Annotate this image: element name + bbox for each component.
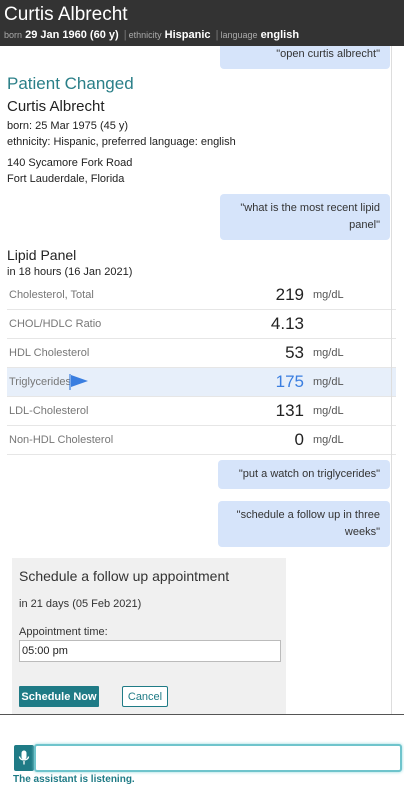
table-row[interactable]: LDL-Cholesterol 131 mg/dL bbox=[7, 397, 396, 426]
patient-ethnicity-language: ethnicity: Hispanic, preferred language:… bbox=[7, 136, 236, 148]
cancel-button[interactable]: Cancel bbox=[122, 686, 168, 707]
table-row-flagged[interactable]: Triglycerides 175 mg/dL bbox=[7, 368, 396, 397]
lab-value: 175 bbox=[275, 372, 304, 391]
ethnicity-value: Hispanic bbox=[164, 29, 211, 41]
divider bbox=[391, 46, 392, 714]
lab-name: Triglycerides bbox=[9, 376, 71, 388]
lab-unit: mg/dL bbox=[313, 434, 344, 446]
lab-results-table: Cholesterol, Total 219 mg/dL CHOL/HDLC R… bbox=[7, 281, 396, 455]
app-root: Curtis Albrecht born 29 Jan 1960 (60 y) … bbox=[0, 0, 404, 789]
microphone-button[interactable] bbox=[14, 745, 34, 771]
user-message-text: "put a watch on triglycerides" bbox=[238, 468, 380, 480]
user-message-bubble: "schedule a follow up in three weeks" bbox=[218, 501, 390, 547]
patient-born: born: 25 Mar 1975 (45 y) bbox=[7, 120, 129, 132]
user-message-text: "open curtis albrecht" bbox=[276, 48, 380, 60]
language-label: language bbox=[220, 30, 258, 40]
lab-name: Non-HDL Cholesterol bbox=[9, 434, 114, 446]
patient-name: Curtis Albrecht bbox=[7, 98, 105, 115]
user-message-bubble: "what is the most recent lipid panel" bbox=[220, 194, 390, 240]
user-message-text: "schedule a follow up in three weeks" bbox=[236, 509, 380, 538]
appointment-time-label: Appointment time: bbox=[19, 626, 108, 638]
lipid-panel-date: in 18 hours (16 Jan 2021) bbox=[7, 266, 133, 278]
lab-value: 53 bbox=[285, 343, 304, 362]
schedule-card-title: Schedule a follow up appointment bbox=[19, 568, 230, 584]
table-row[interactable]: Cholesterol, Total 219 mg/dL bbox=[7, 281, 396, 310]
patient-address-line2: Fort Lauderdale, Florida bbox=[7, 173, 125, 185]
patient-address-line1: 140 Sycamore Fork Road bbox=[7, 157, 133, 169]
appointment-time-input[interactable] bbox=[19, 640, 281, 662]
schedule-now-button[interactable]: Schedule Now bbox=[19, 686, 99, 707]
lab-unit: mg/dL bbox=[313, 405, 344, 417]
flag-icon[interactable] bbox=[69, 373, 89, 391]
ethnicity-label: ethnicity bbox=[128, 30, 162, 40]
assistant-input[interactable] bbox=[34, 744, 402, 772]
lab-value: 131 bbox=[275, 401, 304, 420]
lab-name: HDL Cholesterol bbox=[9, 347, 90, 359]
microphone-icon bbox=[18, 750, 30, 765]
lab-value: 219 bbox=[275, 285, 304, 304]
schedule-card-date: in 21 days (05 Feb 2021) bbox=[19, 598, 142, 610]
born-label: born bbox=[4, 30, 23, 40]
conversation-area[interactable]: "open curtis albrecht" Patient Changed C… bbox=[0, 46, 404, 714]
lab-name: CHOL/HDLC Ratio bbox=[9, 318, 102, 330]
lipid-panel-title: Lipid Panel bbox=[7, 247, 77, 263]
header-patient-meta: born 29 Jan 1960 (60 y) | ethnicity Hispa… bbox=[4, 29, 400, 41]
lab-name: Cholesterol, Total bbox=[9, 289, 94, 301]
divider: | bbox=[215, 29, 219, 41]
table-row[interactable]: CHOL/HDLC Ratio 4.13 bbox=[7, 310, 396, 339]
lab-value: 0 bbox=[294, 430, 304, 449]
patient-changed-title: Patient Changed bbox=[7, 74, 134, 93]
born-value: 29 Jan 1960 (60 y) bbox=[25, 29, 119, 41]
user-message-bubble: "open curtis albrecht" bbox=[220, 46, 390, 69]
header-patient-name: Curtis Albrecht bbox=[4, 4, 128, 25]
lab-value: 4.13 bbox=[270, 314, 304, 333]
lab-unit: mg/dL bbox=[313, 347, 344, 359]
lab-unit: mg/dL bbox=[313, 376, 344, 388]
table-row[interactable]: HDL Cholesterol 53 mg/dL bbox=[7, 339, 396, 368]
lab-unit: mg/dL bbox=[313, 289, 344, 301]
user-message-bubble: "put a watch on triglycerides" bbox=[218, 460, 390, 489]
assistant-bar: The assistant is listening. bbox=[0, 714, 404, 789]
divider: | bbox=[123, 29, 127, 41]
schedule-appointment-card: Schedule a follow up appointment in 21 d… bbox=[12, 558, 286, 714]
user-message-text: "what is the most recent lipid panel" bbox=[240, 202, 380, 231]
language-value: english bbox=[260, 29, 300, 41]
patient-header: Curtis Albrecht born 29 Jan 1960 (60 y) … bbox=[0, 0, 404, 46]
assistant-status: The assistant is listening. bbox=[13, 774, 135, 785]
table-row[interactable]: Non-HDL Cholesterol 0 mg/dL bbox=[7, 426, 396, 455]
lab-name: LDL-Cholesterol bbox=[9, 405, 89, 417]
